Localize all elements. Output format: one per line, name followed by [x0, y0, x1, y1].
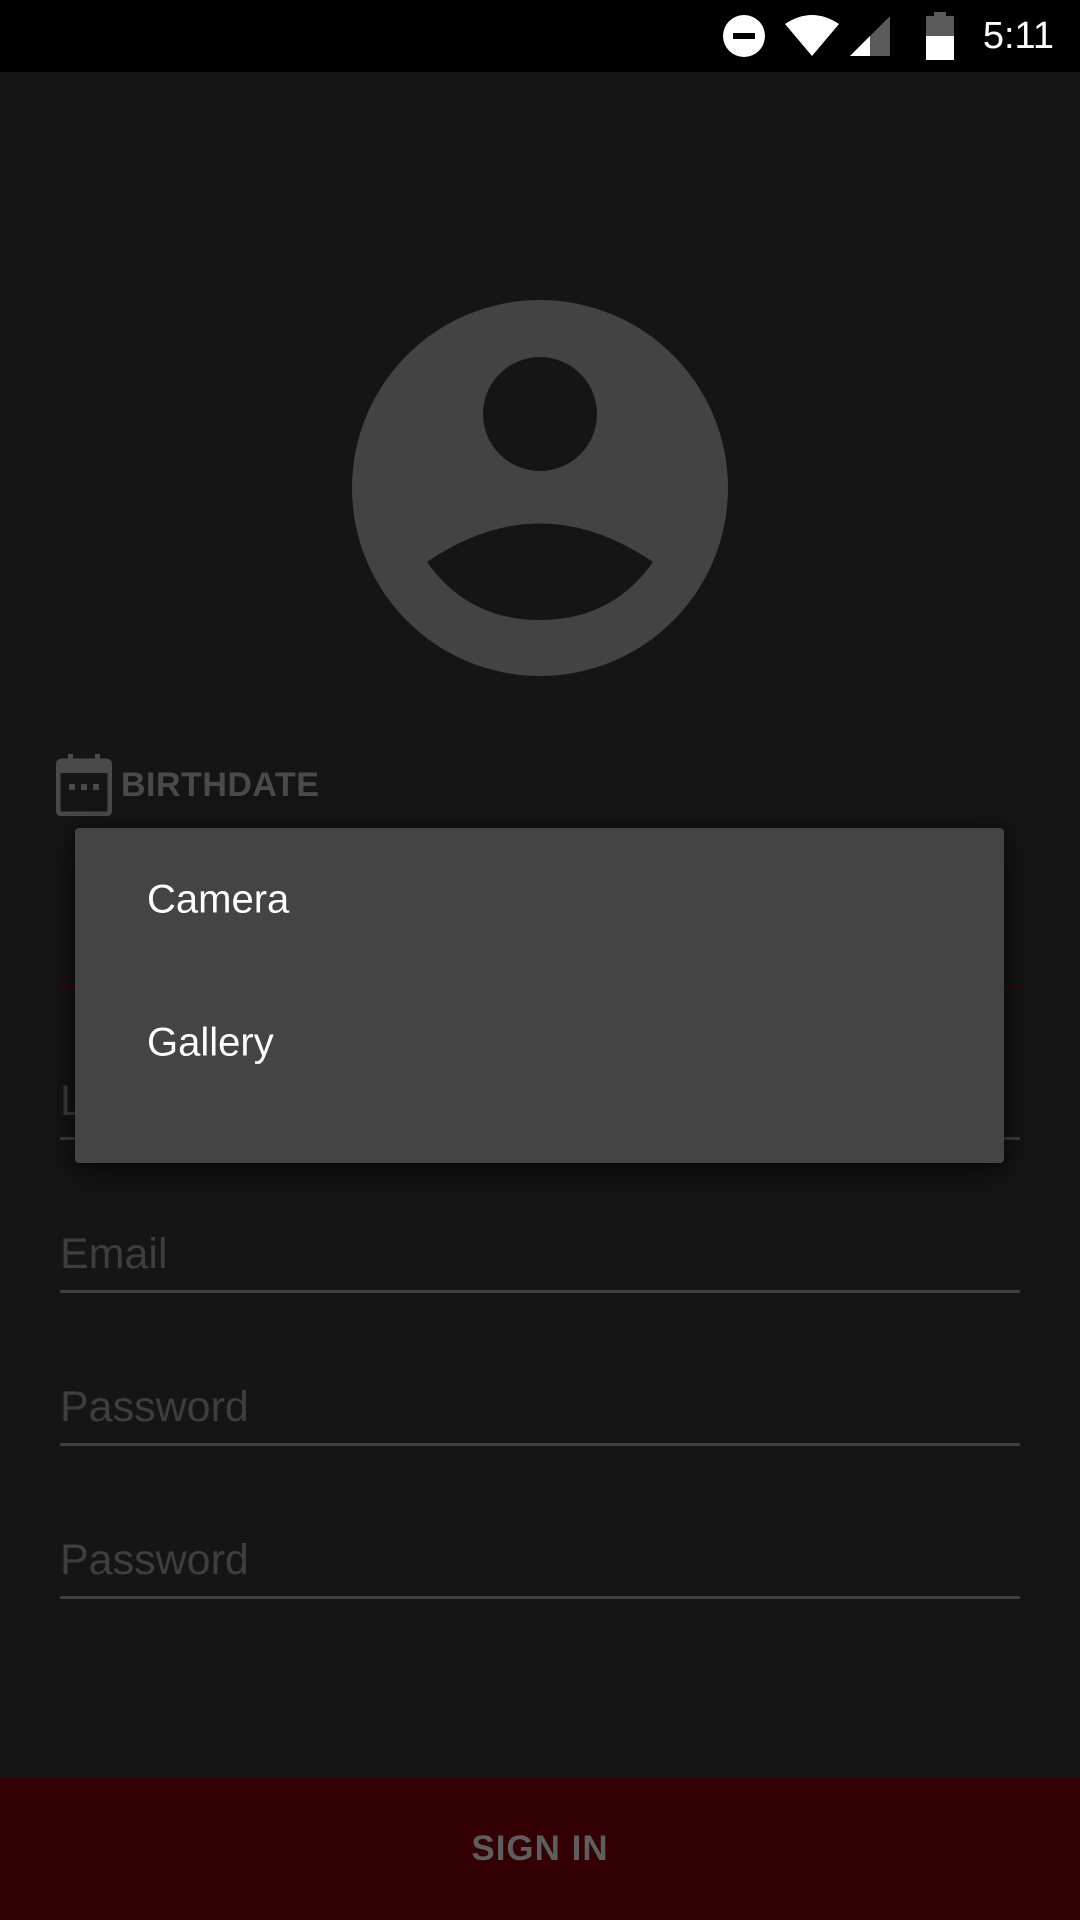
sign-in-button[interactable]: SIGN IN — [0, 1777, 1080, 1920]
sign-in-label: SIGN IN — [471, 1828, 609, 1868]
battery-icon — [926, 12, 954, 60]
status-bar: 5:11 — [0, 0, 1080, 72]
password-field[interactable]: Password — [60, 1366, 1020, 1446]
dialog-item-gallery[interactable]: Gallery — [75, 971, 1004, 1114]
birthdate-label[interactable]: BIRTHDATE — [121, 766, 319, 805]
account-circle-icon[interactable] — [352, 300, 728, 676]
dialog-item-camera[interactable]: Camera — [75, 828, 1004, 971]
email-underline — [60, 1290, 1020, 1293]
do-not-disturb-icon — [723, 15, 765, 57]
dialog-item-label: Camera — [147, 877, 290, 921]
screen: 5:11 BIRTHDATE L Email Password Password — [0, 0, 1080, 1920]
cell-signal-icon — [850, 16, 890, 56]
wifi-icon — [785, 15, 839, 56]
password-placeholder: Password — [60, 1383, 249, 1431]
dialog-item-label: Gallery — [147, 1020, 274, 1064]
confirm-password-underline — [60, 1596, 1020, 1599]
email-placeholder: Email — [60, 1230, 168, 1278]
calendar-icon[interactable] — [56, 754, 112, 816]
status-time: 5:11 — [982, 15, 1054, 57]
confirm-password-placeholder: Password — [60, 1536, 249, 1584]
image-source-dialog: Camera Gallery — [75, 828, 1004, 1163]
confirm-password-field[interactable]: Password — [60, 1519, 1020, 1599]
password-underline — [60, 1443, 1020, 1446]
email-field[interactable]: Email — [60, 1213, 1020, 1293]
